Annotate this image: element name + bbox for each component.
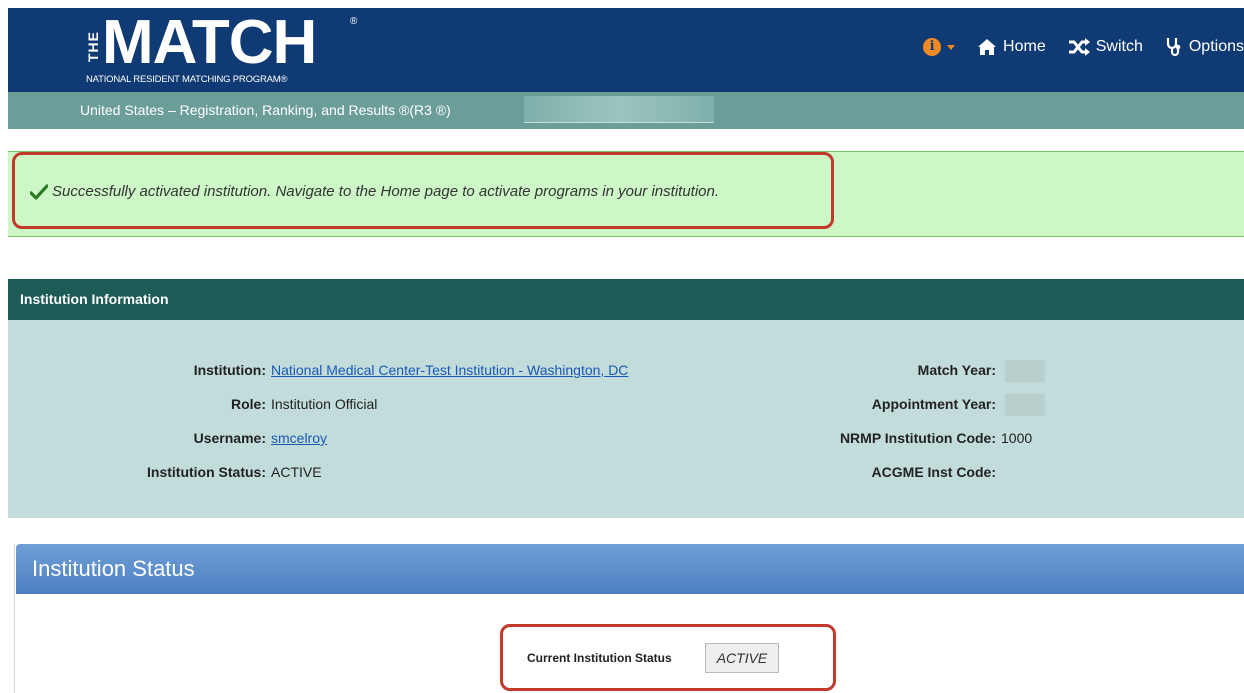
institution-link[interactable]: National Medical Center-Test Institution… [271, 362, 628, 378]
checkmark-icon [30, 183, 48, 200]
role-label: Role: [231, 396, 266, 412]
institution-info-title: Institution Information [20, 291, 169, 307]
nav-options[interactable]: Options [1165, 37, 1244, 57]
success-alert-message-row: Successfully activated institution. Navi… [30, 183, 719, 200]
info-icon: i [923, 38, 942, 56]
institution-status-header: Institution Status [16, 544, 1244, 594]
nrmp-logo[interactable]: THE MATCH ® NATIONAL RESIDENT MATCHING P… [82, 8, 382, 90]
context-bar: United States – Registration, Ranking, a… [8, 92, 1244, 129]
logo-subtitle: NATIONAL RESIDENT MATCHING PROGRAM® [86, 74, 288, 85]
institution-label: Institution: [193, 362, 266, 378]
stethoscope-icon [1166, 38, 1181, 57]
current-status-value: ACTIVE [705, 643, 779, 673]
nav-switch[interactable]: Switch [1068, 38, 1143, 56]
nav-options-label: Options [1188, 38, 1244, 55]
top-header: THE MATCH ® NATIONAL RESIDENT MATCHING P… [8, 8, 1244, 92]
acgme-code-label: ACGME Inst Code: [871, 464, 996, 480]
username-link[interactable]: smcelroy [271, 430, 327, 446]
nav-home-label: Home [1003, 38, 1046, 55]
institution-status-label: Institution Status: [147, 464, 266, 480]
nav-switch-label: Switch [1095, 38, 1143, 55]
institution-status-value: ACTIVE [271, 464, 322, 480]
current-status-label: Current Institution Status [527, 651, 672, 665]
role-value: Institution Official [271, 396, 378, 412]
logo-the: THE [85, 31, 101, 63]
institution-status-title: Institution Status [32, 556, 195, 581]
nrmp-code-label: NRMP Institution Code: [839, 430, 996, 446]
context-bar-text: United States – Registration, Ranking, a… [80, 102, 451, 118]
appointment-year-value-redacted [1005, 394, 1045, 416]
username-label: Username: [193, 430, 266, 446]
info-dropdown-button[interactable]: i [923, 38, 956, 56]
logo-match: MATCH [102, 8, 317, 77]
nrmp-code-value: 1000 [1001, 430, 1033, 446]
caret-down-icon [947, 44, 956, 50]
success-alert-message: Successfully activated institution. Navi… [52, 183, 720, 200]
match-year-value-redacted [1005, 360, 1045, 382]
institution-info-body [8, 320, 1244, 518]
institution-info-header: Institution Information [8, 279, 1244, 320]
nav-home[interactable]: Home [977, 38, 1046, 56]
top-nav: i Home Switch Options [923, 35, 1244, 59]
redacted-region [524, 96, 714, 123]
shuffle-icon [1068, 38, 1090, 56]
logo-registered-mark: ® [350, 16, 358, 27]
home-icon [978, 39, 997, 55]
appointment-year-label: Appointment Year: [871, 396, 996, 412]
match-year-label: Match Year: [917, 362, 996, 378]
